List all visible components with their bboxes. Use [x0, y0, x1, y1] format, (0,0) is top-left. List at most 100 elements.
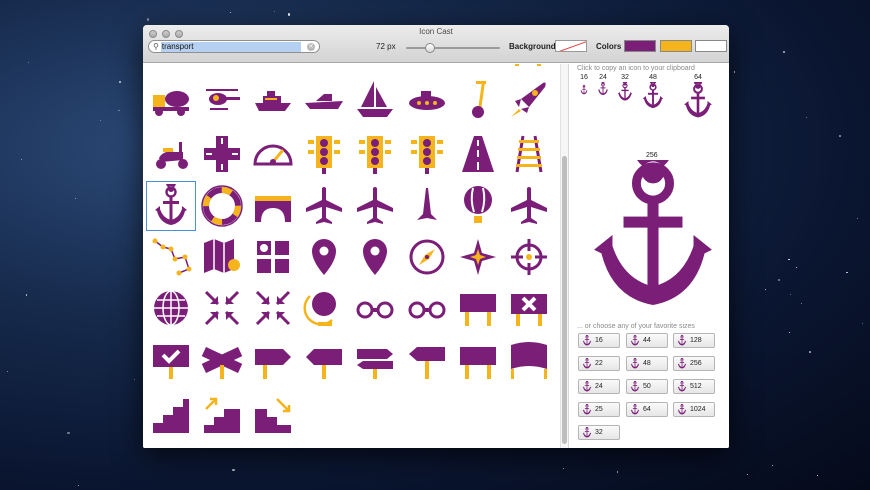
size-button-32[interactable]: 32 — [578, 425, 620, 440]
size-button-24[interactable]: 24 — [578, 379, 620, 394]
sign-board-icon[interactable] — [454, 284, 502, 332]
airplane-icon[interactable] — [351, 182, 399, 230]
size-button-1024[interactable]: 1024 — [673, 402, 715, 417]
lifebuoy-icon[interactable] — [198, 182, 246, 230]
anchor-icon — [642, 78, 664, 109]
icon-cast-window: Icon Cast ⚲ ✕ 72 px Background Colors Cl… — [143, 25, 729, 448]
mini-preview-size-label: 24 — [599, 74, 607, 81]
size-button-50[interactable]: 50 — [626, 379, 668, 394]
colors-label: Colors — [596, 42, 622, 51]
sign-check-icon[interactable] — [147, 337, 195, 385]
stairs-up-icon[interactable] — [198, 391, 246, 439]
binoculars-icon[interactable] — [351, 284, 399, 332]
desk-globe-icon[interactable] — [300, 284, 348, 332]
banner-icon[interactable] — [505, 337, 553, 385]
size-button-16[interactable]: 16 — [578, 333, 620, 348]
size-button-512[interactable]: 512 — [673, 379, 715, 394]
location-pin-icon[interactable] — [351, 233, 399, 281]
collapse-arrows-icon[interactable] — [198, 284, 246, 332]
mini-preview-32[interactable]: 32 — [615, 74, 635, 107]
crossed-signs-icon[interactable] — [198, 337, 246, 385]
size-button-48[interactable]: 48 — [626, 356, 668, 371]
size-button-25[interactable]: 25 — [578, 402, 620, 417]
primary-color-well[interactable] — [624, 40, 656, 52]
mini-preview-24[interactable]: 24 — [596, 74, 610, 101]
anchor-icon — [617, 79, 633, 101]
globe-icon[interactable] — [147, 284, 195, 332]
sign-two-way-icon[interactable] — [351, 337, 399, 385]
speedboat-icon[interactable] — [300, 75, 348, 123]
window-title: Icon Cast — [419, 27, 453, 36]
mini-preview-16[interactable]: 16 — [579, 74, 589, 100]
road-icon[interactable] — [454, 130, 502, 178]
search-input[interactable] — [160, 41, 301, 52]
segway-icon[interactable] — [454, 75, 502, 123]
railroad-icon[interactable] — [505, 130, 553, 178]
mini-preview-64[interactable]: 64 — [679, 74, 717, 125]
mini-preview-48[interactable]: 48 — [639, 74, 667, 115]
hot-air-balloon-icon[interactable] — [454, 182, 502, 230]
compass-rose-icon[interactable] — [454, 233, 502, 281]
sailboat-icon[interactable] — [351, 75, 399, 123]
big-anchor-preview[interactable] — [583, 132, 723, 310]
truck-mixer-icon[interactable] — [147, 75, 195, 123]
bridge-icon[interactable] — [249, 182, 297, 230]
sign-cross-icon[interactable] — [505, 284, 553, 332]
crosshair-icon[interactable] — [505, 233, 553, 281]
jet-icon[interactable] — [403, 182, 451, 230]
rocket-icon[interactable] — [505, 75, 553, 123]
traffic-light-icon[interactable] — [351, 130, 399, 178]
airplane-icon[interactable] — [300, 182, 348, 230]
third-color-well[interactable] — [695, 40, 727, 52]
size-button-64[interactable]: 64 — [626, 402, 668, 417]
helicopter-icon[interactable] — [198, 75, 246, 123]
map-pin-icon[interactable] — [198, 233, 246, 281]
icon-size-slider-knob[interactable] — [424, 43, 435, 53]
anchor-icon[interactable] — [146, 181, 196, 231]
submarine-icon[interactable] — [403, 75, 451, 123]
sign-board-icon[interactable] — [504, 64, 552, 72]
icon-grid — [143, 64, 559, 448]
secondary-color-well[interactable] — [660, 40, 692, 52]
yacht-icon[interactable] — [249, 75, 297, 123]
size-button-label: 512 — [690, 383, 702, 390]
anchor-icon — [677, 404, 687, 415]
collapse-arrows-icon[interactable] — [249, 284, 297, 332]
clear-search-icon[interactable]: ✕ — [307, 42, 315, 51]
size-button-label: 24 — [595, 383, 603, 390]
bridge-icon[interactable] — [200, 64, 248, 72]
icon-grid-scrollbar[interactable] — [560, 64, 568, 448]
map-grid-icon[interactable] — [249, 233, 297, 281]
search-field[interactable]: ⚲ ✕ — [148, 40, 320, 53]
size-button-22[interactable]: 22 — [578, 356, 620, 371]
compass-icon[interactable] — [403, 233, 451, 281]
stairs-down-icon[interactable] — [249, 391, 297, 439]
location-pin-icon[interactable] — [300, 233, 348, 281]
sign-left-icon[interactable] — [403, 337, 451, 385]
anchor-icon — [582, 358, 592, 369]
size-button-128[interactable]: 128 — [673, 333, 715, 348]
size-button-256[interactable]: 256 — [673, 356, 715, 371]
sign-right-icon[interactable] — [249, 337, 297, 385]
big-preview-size-label: 256 — [646, 152, 658, 159]
size-button-label: 50 — [643, 383, 651, 390]
traffic-light-icon[interactable] — [300, 130, 348, 178]
scrollbar-thumb[interactable] — [562, 156, 567, 444]
scooter-icon[interactable] — [147, 130, 195, 178]
traffic-light-icon[interactable] — [403, 130, 451, 178]
anchor-icon — [677, 335, 687, 346]
stairs-icon[interactable] — [147, 391, 195, 439]
size-button-label: 32 — [595, 429, 603, 436]
size-button-44[interactable]: 44 — [626, 333, 668, 348]
icon-size-slider[interactable] — [406, 43, 500, 53]
speedometer-icon[interactable] — [249, 130, 297, 178]
background-color-well[interactable] — [555, 40, 587, 52]
anchor-icon — [580, 83, 588, 95]
constellation-icon[interactable] — [147, 233, 195, 281]
binoculars-icon[interactable] — [403, 284, 451, 332]
airplane-icon[interactable] — [505, 182, 553, 230]
sign-double-icon[interactable] — [300, 337, 348, 385]
crossroads-icon[interactable] — [198, 130, 246, 178]
sign-board-icon[interactable] — [454, 337, 502, 385]
title-bar: Icon Cast ⚲ ✕ 72 px Background Colors — [143, 25, 729, 63]
